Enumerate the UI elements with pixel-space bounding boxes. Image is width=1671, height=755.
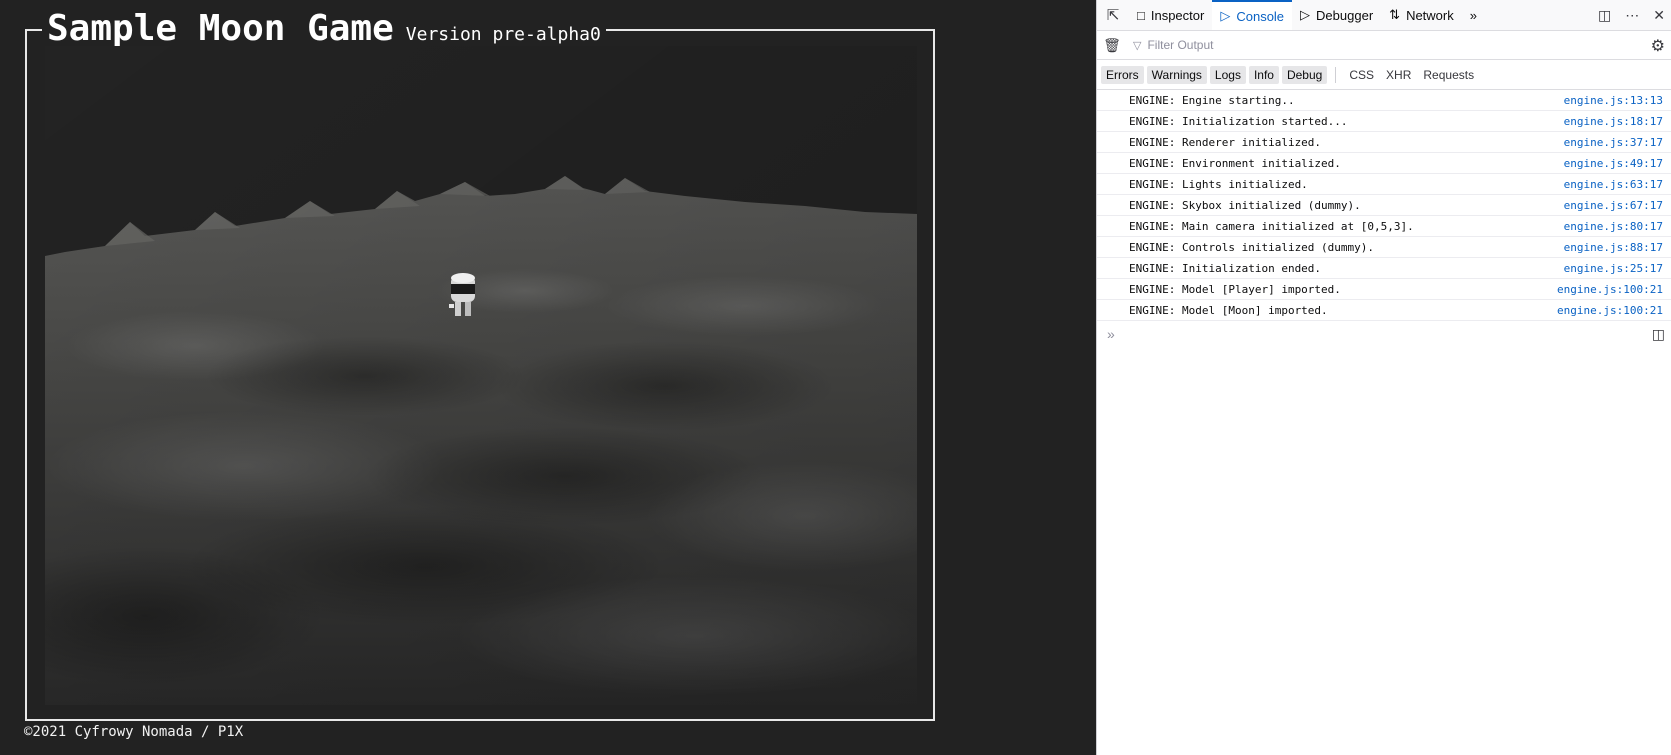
message-text: ENGINE: Initialization ended.	[1129, 261, 1322, 275]
game-page: Sample Moon Game Version pre-alpha0 ©202…	[0, 0, 1096, 755]
console-filter-bar: 🗑 ▽ ⚙	[1097, 31, 1671, 60]
message-source-link[interactable]: engine.js:100:21	[1557, 304, 1663, 317]
console-message: ENGINE: Initialization started... engine.…	[1097, 111, 1671, 132]
message-text: ENGINE: Controls initialized (dummy).	[1129, 240, 1375, 254]
game-canvas[interactable]	[45, 46, 917, 705]
console-message: ENGINE: Main camera initialized at [0,5,…	[1097, 216, 1671, 237]
tab-inspector-label: Inspector	[1150, 7, 1205, 23]
tab-network-label: Network	[1406, 7, 1454, 23]
message-source-link[interactable]: engine.js:63:17	[1564, 178, 1663, 191]
filter-icon: ▽	[1133, 39, 1142, 52]
message-source-link[interactable]: engine.js:100:21	[1557, 283, 1663, 296]
chevron-double-right-icon: »	[1469, 7, 1477, 23]
gear-icon[interactable]: ⚙	[1651, 36, 1665, 56]
network-icon: ⇅	[1389, 7, 1401, 22]
console-message: ENGINE: Model [Moon] imported. engine.js:…	[1097, 300, 1671, 321]
message-source-link[interactable]: engine.js:67:17	[1564, 199, 1663, 212]
filter-output-input[interactable]	[1145, 37, 1630, 53]
message-text: ENGINE: Renderer initialized.	[1129, 135, 1322, 149]
tab-network[interactable]: ⇅ Network	[1381, 0, 1462, 30]
log-level-filters: Errors Warnings Logs Info Debug CSS XHR …	[1097, 60, 1671, 90]
message-text: ENGINE: Engine starting..	[1129, 93, 1295, 107]
tab-console-label: Console	[1236, 8, 1285, 24]
editor-mode-icon[interactable]: ◫	[1652, 326, 1665, 343]
element-picker-icon[interactable]: ⇱	[1097, 0, 1129, 30]
console-message: ENGINE: Lights initialized. engine.js:63:…	[1097, 174, 1671, 195]
more-tabs-button[interactable]: »	[1462, 0, 1485, 30]
message-source-link[interactable]: engine.js:18:17	[1564, 115, 1663, 128]
message-source-link[interactable]: engine.js:88:17	[1564, 241, 1663, 254]
prompt-chevron-icon: »	[1107, 326, 1115, 342]
filter-xhr[interactable]: XHR	[1380, 66, 1417, 84]
dock-side-icon[interactable]: ◫	[1598, 7, 1611, 24]
console-input[interactable]	[1122, 326, 1607, 342]
tab-console[interactable]: ▷ Console	[1212, 0, 1293, 30]
devtools-toolbar: ⇱ □ Inspector ▷ Console ▷ Debugger ⇅ Net…	[1097, 0, 1671, 31]
filter-css[interactable]: CSS	[1343, 66, 1380, 84]
message-text: ENGINE: Lights initialized.	[1129, 177, 1308, 191]
console-message: ENGINE: Initialization ended. engine.js:2…	[1097, 258, 1671, 279]
filter-debug[interactable]: Debug	[1281, 65, 1328, 84]
message-source-link[interactable]: engine.js:80:17	[1564, 220, 1663, 233]
tab-inspector[interactable]: □ Inspector	[1129, 0, 1212, 30]
inspector-icon: □	[1137, 7, 1145, 23]
game-footer: ©2021 Cyfrowy Nomada / P1X	[24, 724, 244, 740]
console-output: ENGINE: Engine starting.. engine.js:13:13…	[1097, 90, 1671, 321]
message-text: ENGINE: Environment initialized.	[1129, 156, 1341, 170]
game-version: Version pre-alpha0	[405, 24, 601, 45]
console-message: ENGINE: Engine starting.. engine.js:13:13	[1097, 90, 1671, 111]
console-message: ENGINE: Renderer initialized. engine.js:3…	[1097, 132, 1671, 153]
message-text: ENGINE: Skybox initialized (dummy).	[1129, 198, 1361, 212]
message-source-link[interactable]: engine.js:25:17	[1564, 262, 1663, 275]
close-icon[interactable]: ✕	[1653, 7, 1665, 24]
filter-logs[interactable]: Logs	[1209, 65, 1246, 84]
message-source-link[interactable]: engine.js:49:17	[1564, 157, 1663, 170]
console-prompt: » ◫	[1097, 321, 1671, 347]
message-text: ENGINE: Initialization started...	[1129, 114, 1348, 128]
message-source-link[interactable]: engine.js:37:17	[1564, 136, 1663, 149]
console-icon: ▷	[1220, 8, 1231, 23]
message-text: ENGINE: Main camera initialized at [0,5,…	[1129, 219, 1414, 233]
devtools-window-controls: ◫ ⋯ ✕	[1598, 0, 1665, 30]
console-message: ENGINE: Controls initialized (dummy). eng…	[1097, 237, 1671, 258]
console-message: ENGINE: Model [Player] imported. engine.j…	[1097, 279, 1671, 300]
more-options-icon[interactable]: ⋯	[1625, 7, 1639, 24]
tab-debugger[interactable]: ▷ Debugger	[1292, 0, 1381, 30]
filter-requests[interactable]: Requests	[1417, 66, 1480, 84]
filter-warnings[interactable]: Warnings	[1146, 65, 1207, 84]
filter-info[interactable]: Info	[1248, 65, 1279, 84]
message-text: ENGINE: Model [Moon] imported.	[1129, 303, 1328, 317]
clear-console-icon[interactable]: 🗑	[1097, 37, 1127, 54]
filter-errors[interactable]: Errors	[1101, 65, 1144, 84]
tab-debugger-label: Debugger	[1316, 7, 1374, 23]
debugger-icon: ▷	[1300, 7, 1311, 22]
filter-divider	[1335, 66, 1337, 83]
devtools-panel: ⇱ □ Inspector ▷ Console ▷ Debugger ⇅ Net…	[1096, 0, 1671, 755]
console-message: ENGINE: Environment initialized. engine.j…	[1097, 153, 1671, 174]
message-source-link[interactable]: engine.js:13:13	[1564, 94, 1663, 107]
message-text: ENGINE: Model [Player] imported.	[1129, 282, 1341, 296]
console-message: ENGINE: Skybox initialized (dummy). engin…	[1097, 195, 1671, 216]
